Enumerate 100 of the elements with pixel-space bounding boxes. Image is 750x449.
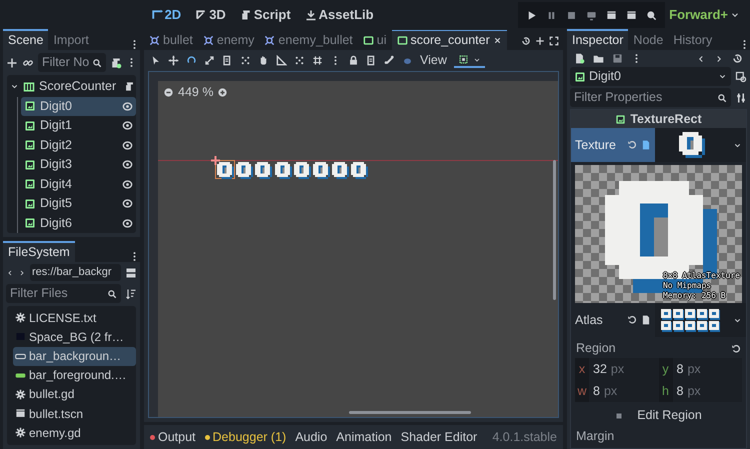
sort-icon[interactable]	[125, 288, 137, 300]
resource-picker[interactable]	[655, 128, 746, 162]
hand-icon[interactable]	[258, 55, 269, 66]
resource-picker[interactable]	[655, 303, 746, 337]
file-item[interactable]: bullet.gd	[13, 384, 136, 404]
folder-icon[interactable]	[593, 53, 604, 64]
back-icon[interactable]	[6, 268, 14, 277]
scale-icon[interactable]	[204, 55, 215, 66]
clapper-icon[interactable]	[606, 10, 618, 20]
dock-tab[interactable]: Scene	[3, 29, 48, 50]
workspace-tab[interactable]: AssetLib	[302, 5, 377, 25]
scrollbar[interactable]	[349, 411, 471, 414]
expand-icon[interactable]	[549, 36, 559, 46]
panel-tab[interactable]: Output	[150, 430, 196, 444]
editor-tab[interactable]: bullet	[144, 30, 198, 50]
dock-tab[interactable]: History	[668, 29, 718, 50]
number-field[interactable]: x 32 px	[575, 358, 658, 380]
tree-item[interactable]: Digit2	[21, 136, 136, 155]
path-field[interactable]: res://bar_backgr	[30, 264, 121, 282]
object-icon[interactable]	[735, 70, 747, 82]
pointer-icon[interactable]	[150, 55, 161, 66]
tree-item[interactable]: Digit0	[21, 96, 136, 116]
view-menu[interactable]: View	[420, 53, 447, 68]
ruler-icon[interactable]	[276, 55, 287, 66]
file-item[interactable]: bar_foreground.…	[13, 366, 136, 385]
add-icon[interactable]	[535, 36, 545, 46]
workspace-tab[interactable]: 3D	[192, 5, 229, 25]
dots-icon[interactable]	[240, 55, 251, 66]
lock-icon[interactable]	[348, 55, 359, 66]
revert-icon[interactable]	[627, 315, 637, 325]
node-selector[interactable]: Digit0	[570, 67, 731, 86]
dock-tab[interactable]: Inspector	[567, 29, 628, 50]
scrollbar[interactable]	[553, 160, 556, 300]
grid-icon[interactable]	[312, 55, 323, 66]
forward-icon[interactable]	[18, 268, 26, 277]
property-row[interactable]: Texture	[571, 128, 655, 162]
panel-tab[interactable]: Shader Editor	[400, 430, 478, 444]
workspace-tab[interactable]: Script	[236, 5, 294, 25]
panel-tab[interactable]: Animation	[336, 430, 392, 444]
pivot-icon[interactable]	[211, 156, 220, 165]
filter-field[interactable]: Filter Properties	[570, 88, 731, 107]
rotate-icon[interactable]	[186, 55, 197, 66]
list-icon[interactable]	[366, 55, 377, 66]
eye-icon[interactable]	[122, 178, 133, 190]
zoom-out-icon[interactable]	[163, 87, 174, 98]
editor-tab[interactable]: enemy_bullet	[259, 30, 358, 50]
anchor-menu[interactable]	[454, 53, 485, 68]
eye-icon[interactable]	[122, 100, 133, 112]
play-icon[interactable]	[526, 10, 538, 20]
zoom-in-icon[interactable]	[217, 87, 228, 98]
close-icon[interactable]	[492, 36, 502, 45]
file-item[interactable]: enemy.gd	[13, 423, 136, 442]
layout-icon[interactable]	[125, 266, 137, 279]
eye-icon[interactable]	[122, 198, 133, 210]
stop-icon[interactable]	[566, 10, 578, 20]
list-icon[interactable]	[222, 55, 233, 66]
renderer-menu[interactable]: Forward+	[665, 7, 744, 23]
move-icon[interactable]	[168, 55, 179, 66]
filter-field[interactable]: Filter No	[38, 53, 106, 72]
editor-tab[interactable]: score_counter	[392, 30, 507, 50]
file-item[interactable]: bullet.tscn	[13, 404, 136, 424]
pause-icon[interactable]	[546, 10, 558, 20]
eye-icon[interactable]	[122, 218, 133, 229]
filter-field[interactable]: Filter Files	[6, 284, 121, 304]
scroll-icon[interactable]	[110, 56, 122, 68]
dock-tab[interactable]: Import	[48, 29, 94, 50]
number-field[interactable]: y 8 px	[658, 358, 742, 380]
editor-tab[interactable]: enemy	[198, 30, 260, 50]
tree-item[interactable]: Digit3	[21, 155, 136, 174]
tree-item[interactable]: Digit4	[21, 174, 136, 194]
panel-tab[interactable]: Audio	[295, 430, 328, 444]
file-item[interactable]: bar_backgroun…	[13, 346, 136, 366]
tree-item[interactable]: ScoreCounter	[7, 77, 136, 96]
clapper-icon[interactable]	[626, 10, 638, 20]
bone-icon[interactable]	[384, 55, 395, 66]
eye-icon[interactable]	[122, 120, 133, 132]
sliders-icon[interactable]	[735, 92, 747, 104]
number-field[interactable]: w 8 px	[575, 380, 658, 402]
magnifier-icon[interactable]	[646, 10, 658, 20]
add-icon[interactable]	[6, 56, 18, 68]
dots-icon[interactable]	[294, 55, 305, 66]
editor-tab[interactable]: ui	[358, 30, 392, 50]
new-file-icon[interactable]	[574, 53, 585, 64]
scroll-icon[interactable]	[124, 81, 136, 92]
monitor-icon[interactable]	[586, 10, 598, 20]
history-icon[interactable]	[732, 53, 743, 64]
panel-tab[interactable]: Debugger (1)	[204, 430, 286, 444]
save-icon[interactable]	[612, 53, 623, 64]
eye-icon[interactable]	[122, 159, 133, 170]
clock-icon[interactable]	[521, 36, 531, 46]
eye-icon[interactable]	[122, 140, 133, 151]
dock-tab[interactable]: FileSystem	[3, 241, 75, 262]
tree-item[interactable]: Digit1	[21, 116, 136, 136]
revert-icon[interactable]	[731, 344, 741, 354]
dock-tab[interactable]: Node	[628, 29, 668, 50]
file-item[interactable]: LICENSE.txt	[13, 308, 136, 328]
tree-item[interactable]: Digit5	[21, 194, 136, 214]
workspace-tab[interactable]: 2D	[148, 5, 184, 25]
tree-item[interactable]: Digit6	[21, 214, 136, 233]
file-item[interactable]: Space_BG (2 fr…	[13, 327, 136, 347]
